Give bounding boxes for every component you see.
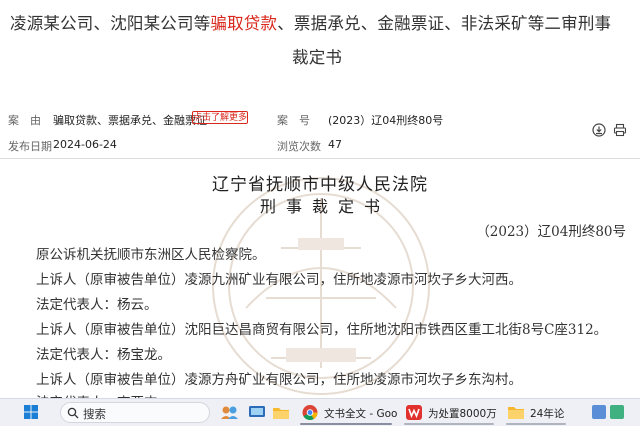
- case-no-value: (2023）辽04刑终80号: [328, 114, 444, 127]
- document-case-number: （2023）辽04刑终80号: [476, 224, 626, 240]
- paragraph: 上诉人（原审被告单位）沈阳巨达昌商贸有限公司，住所地沈阳市铁西区重工北街8号C座…: [36, 322, 608, 338]
- folder-window-label[interactable]: 24年论: [530, 406, 564, 421]
- paragraph: 上诉人（原审被告单位）凌源九洲矿业有限公司，住所地凌源市河坎子乡大河西。: [36, 272, 522, 288]
- paragraph: 法定代表人：杨宝龙。: [36, 347, 171, 363]
- case-no-label: 案 号: [277, 114, 310, 127]
- print-icon[interactable]: [613, 123, 627, 137]
- document-type: 刑事裁定书: [259, 197, 390, 216]
- people-app-icon[interactable]: [218, 399, 240, 426]
- paragraph: 上诉人（原审被告单位）凌源方舟矿业有限公司，住所地凌源市河坎子乡东沟村。: [36, 372, 522, 388]
- paragraph: 法定代表人：杨云。: [36, 297, 158, 313]
- title-line-1: 凌源某公司、沈阳某公司等骗取贷款、票据承兑、金融票证、非法采矿等二审刑事: [10, 10, 611, 34]
- court-name: 辽宁省抚顺市中级人民法院: [212, 175, 428, 195]
- wps-icon[interactable]: [404, 399, 424, 426]
- title-highlight[interactable]: 骗取贷款: [210, 14, 277, 33]
- task-view-icon[interactable]: [246, 399, 268, 426]
- case-meta: 案 由 骗取贷款、票据承兑、金融票证 案 号 (2023）辽04刑终80号 发布…: [0, 106, 640, 156]
- wps-window-label[interactable]: 为处置8000万: [428, 406, 497, 421]
- views-value: 47: [328, 138, 342, 151]
- article-title: 凌源某公司、沈阳某公司等骗取贷款、票据承兑、金融票证、非法采矿等二审刑事 裁定书: [0, 0, 640, 88]
- file-explorer-icon[interactable]: [270, 399, 292, 426]
- title-prefix: 凌源某公司、沈阳某公司等: [10, 14, 211, 33]
- cause-label: 案 由: [8, 114, 41, 127]
- title-suffix: 、票据承兑、金融票证、非法采矿等二审刑事: [277, 14, 612, 33]
- tray-overflow-icon[interactable]: [588, 399, 628, 426]
- cause-value: 骗取贷款、票据承兑、金融票证: [53, 114, 207, 127]
- chrome-window-label[interactable]: 文书全文 - Goo: [324, 406, 397, 421]
- title-line-2: 裁定书: [292, 48, 343, 67]
- download-icon[interactable]: [592, 123, 606, 137]
- search-placeholder: 搜索: [83, 407, 106, 421]
- publish-date-label: 发布日期: [8, 140, 52, 153]
- taskbar-search-box[interactable]: 搜索: [60, 402, 210, 423]
- chrome-icon[interactable]: [300, 399, 320, 426]
- windows-taskbar: 搜索 文书全文 - Goo 为处置8000万 24年论: [0, 398, 640, 426]
- paragraph: 原公诉机关抚顺市东洲区人民检察院。: [36, 247, 266, 263]
- search-icon: [67, 407, 79, 419]
- folder-icon[interactable]: [506, 399, 526, 426]
- windows-start-icon[interactable]: [22, 399, 40, 426]
- views-label: 浏览次数: [277, 140, 321, 153]
- publish-date-value: 2024-06-24: [53, 138, 117, 151]
- learn-more-button[interactable]: 点击了解更多: [192, 111, 248, 124]
